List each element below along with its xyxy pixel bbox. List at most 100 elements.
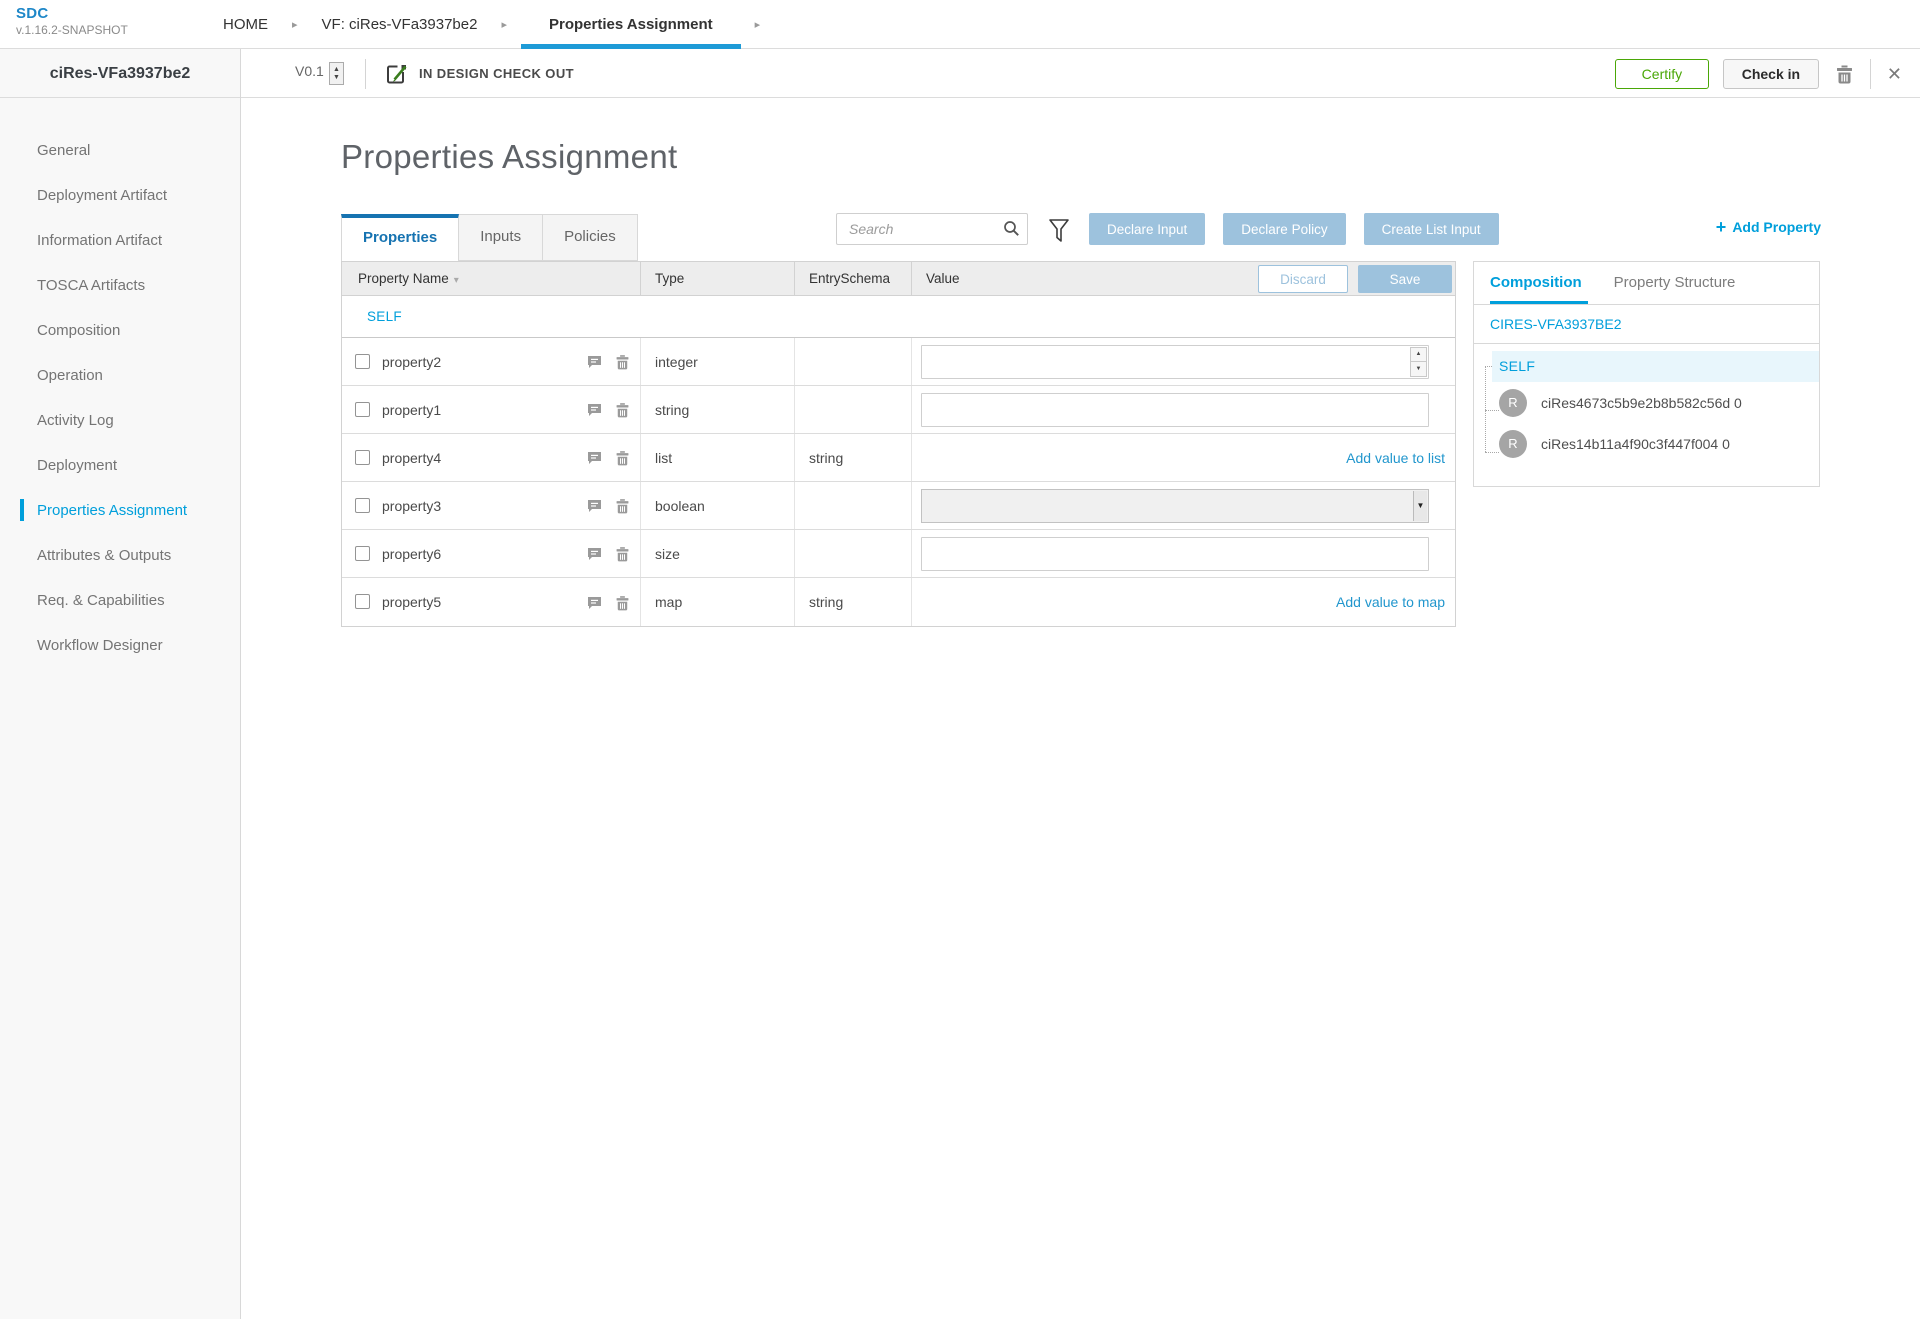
add-value-link[interactable]: Add value to map	[1336, 594, 1445, 610]
version-selector[interactable]: ▲ ▼	[329, 62, 344, 85]
row-actions	[585, 578, 632, 626]
breadcrumb-item[interactable]: HOME	[213, 0, 278, 49]
row-checkbox[interactable]	[355, 354, 370, 369]
delete-property-icon[interactable]	[613, 399, 632, 420]
breadcrumb-item[interactable]: Properties Assignment	[520, 0, 741, 49]
tree-item-resource[interactable]: RciRes4673c5b9e2b8b582c56d 0	[1499, 382, 1819, 423]
number-spinner[interactable]: ▲ ▼	[1410, 346, 1427, 377]
sidebar-item-deployment[interactable]: Deployment	[0, 443, 240, 488]
value-select[interactable]: ▼	[921, 488, 1429, 523]
table-row: property3 boolean ▼	[342, 482, 1455, 530]
breadcrumb-item[interactable]: VF: ciRes-VFa3937be2	[312, 0, 488, 49]
tab-inputs[interactable]: Inputs	[459, 214, 544, 261]
breadcrumb-arrow-icon: ▸	[501, 19, 507, 31]
close-button[interactable]: ✕	[1885, 65, 1904, 83]
value-number-field: ▲ ▼	[921, 344, 1429, 379]
properties-table: Property Name ▾ Type EntrySchema Value Di…	[341, 261, 1456, 627]
comment-icon[interactable]	[585, 544, 604, 563]
resource-label: ciRes4673c5b9e2b8b582c56d 0	[1541, 394, 1742, 411]
delete-property-icon[interactable]	[613, 543, 632, 564]
plus-icon: +	[1715, 217, 1727, 237]
column-header-property-name[interactable]: Property Name ▾	[342, 262, 641, 295]
sidebar-item-operation[interactable]: Operation	[0, 353, 240, 398]
declare-policy-button[interactable]: Declare Policy	[1223, 213, 1346, 245]
sidebar-item-activity-log[interactable]: Activity Log	[0, 398, 240, 443]
composition-panel: Composition Property Structure CIRES-VFA3…	[1473, 261, 1820, 487]
add-property-label: Add Property	[1732, 219, 1821, 235]
value-number-input[interactable]	[921, 344, 1429, 379]
sub-header: V0.1 ▲ ▼ IN DESIGN CHECK OUT Certify Che…	[241, 49, 1920, 98]
panel-tab-property-structure[interactable]: Property Structure	[1598, 262, 1752, 304]
sidebar-item-req-capabilities[interactable]: Req. & Capabilities	[0, 578, 240, 623]
tree-connector	[1485, 452, 1499, 453]
save-button[interactable]: Save	[1358, 265, 1452, 293]
resource-label: ciRes14b11a4f90c3f447f004 0	[1541, 435, 1730, 452]
entry-schema-cell	[795, 386, 912, 433]
row-checkbox[interactable]	[355, 594, 370, 609]
filter-icon	[1048, 218, 1070, 244]
breadcrumb: HOME ▸ VF: ciRes-VFa3937be2 ▸ Properties Ass…	[213, 0, 774, 49]
comment-icon[interactable]	[585, 352, 604, 371]
delete-property-icon[interactable]	[613, 495, 632, 516]
row-checkbox[interactable]	[355, 546, 370, 561]
comment-icon[interactable]	[585, 448, 604, 467]
composition-tree: SELF RciRes4673c5b9e2b8b582c56d 0 RciRes1…	[1474, 344, 1819, 486]
row-checkbox[interactable]	[355, 498, 370, 513]
delete-button[interactable]	[1833, 61, 1856, 86]
value-input[interactable]	[921, 392, 1429, 427]
sdc-logo: SDC v.1.16.2-SNAPSHOT	[16, 5, 128, 37]
property-type-cell: integer	[641, 338, 795, 385]
delete-property-icon[interactable]	[613, 351, 632, 372]
row-checkbox[interactable]	[355, 450, 370, 465]
row-checkbox[interactable]	[355, 402, 370, 417]
comment-icon[interactable]	[585, 593, 604, 612]
property-name-cell: property5	[342, 578, 641, 626]
sidebar-item-workflow-designer[interactable]: Workflow Designer	[0, 623, 240, 668]
tab-policies[interactable]: Policies	[543, 214, 638, 261]
row-actions	[585, 434, 632, 481]
column-header-type: Type	[641, 262, 795, 295]
delete-property-icon[interactable]	[613, 447, 632, 468]
delete-property-icon[interactable]	[613, 592, 632, 613]
sidebar-item-composition[interactable]: Composition	[0, 308, 240, 353]
self-group-label: SELF	[342, 296, 1455, 338]
property-name-cell: property3	[342, 482, 641, 529]
discard-button[interactable]: Discard	[1258, 265, 1348, 293]
breadcrumb-arrow-icon: ▸	[754, 19, 761, 31]
close-icon: ✕	[1886, 63, 1902, 84]
trash-icon	[1835, 63, 1854, 84]
logo-title: SDC	[16, 5, 49, 22]
create-list-input-button[interactable]: Create List Input	[1363, 213, 1499, 245]
component-name-link[interactable]: CIRES-VFA3937BE2	[1474, 305, 1819, 344]
filter-button[interactable]	[1046, 216, 1072, 246]
tree-connector	[1485, 366, 1486, 452]
comment-icon[interactable]	[585, 400, 604, 419]
sidebar-item-tosca-artifacts[interactable]: TOSCA Artifacts	[0, 263, 240, 308]
sort-caret-icon: ▾	[453, 275, 459, 286]
tab-properties[interactable]: Properties	[341, 214, 460, 261]
sidebar-item-general[interactable]: General	[0, 128, 240, 173]
sidebar-item-deployment-artifact[interactable]: Deployment Artifact	[0, 173, 240, 218]
spin-down-icon: ▼	[333, 73, 340, 81]
tree-item-self[interactable]: SELF	[1492, 351, 1819, 382]
tree-connector	[1485, 366, 1492, 367]
sidebar-item-properties-assignment[interactable]: Properties Assignment	[0, 488, 240, 533]
sidebar-item-attributes-outputs[interactable]: Attributes & Outputs	[0, 533, 240, 578]
panel-tab-composition[interactable]: Composition	[1474, 262, 1598, 304]
check-in-button[interactable]: Check in	[1722, 58, 1819, 89]
search-input[interactable]	[836, 213, 1028, 245]
property-value-cell: Add value to map	[912, 578, 1455, 626]
resource-avatar: R	[1499, 388, 1527, 417]
sidebar-item-information-artifact[interactable]: Information Artifact	[0, 218, 240, 263]
table-row: property5 map string Add value to map	[342, 578, 1455, 626]
certify-button[interactable]: Certify	[1614, 58, 1709, 89]
table-row: property2 integer ▲ ▼	[342, 338, 1455, 386]
table-row: property4 list string Add value to list	[342, 434, 1455, 482]
comment-icon[interactable]	[585, 496, 604, 515]
declare-input-button[interactable]: Declare Input	[1089, 213, 1206, 245]
entry-schema-cell	[795, 482, 912, 529]
tree-item-resource[interactable]: RciRes14b11a4f90c3f447f004 0	[1499, 423, 1819, 464]
add-value-link[interactable]: Add value to list	[1346, 450, 1445, 466]
add-property-button[interactable]: + Add Property	[1715, 217, 1821, 237]
value-input[interactable]	[921, 536, 1429, 571]
